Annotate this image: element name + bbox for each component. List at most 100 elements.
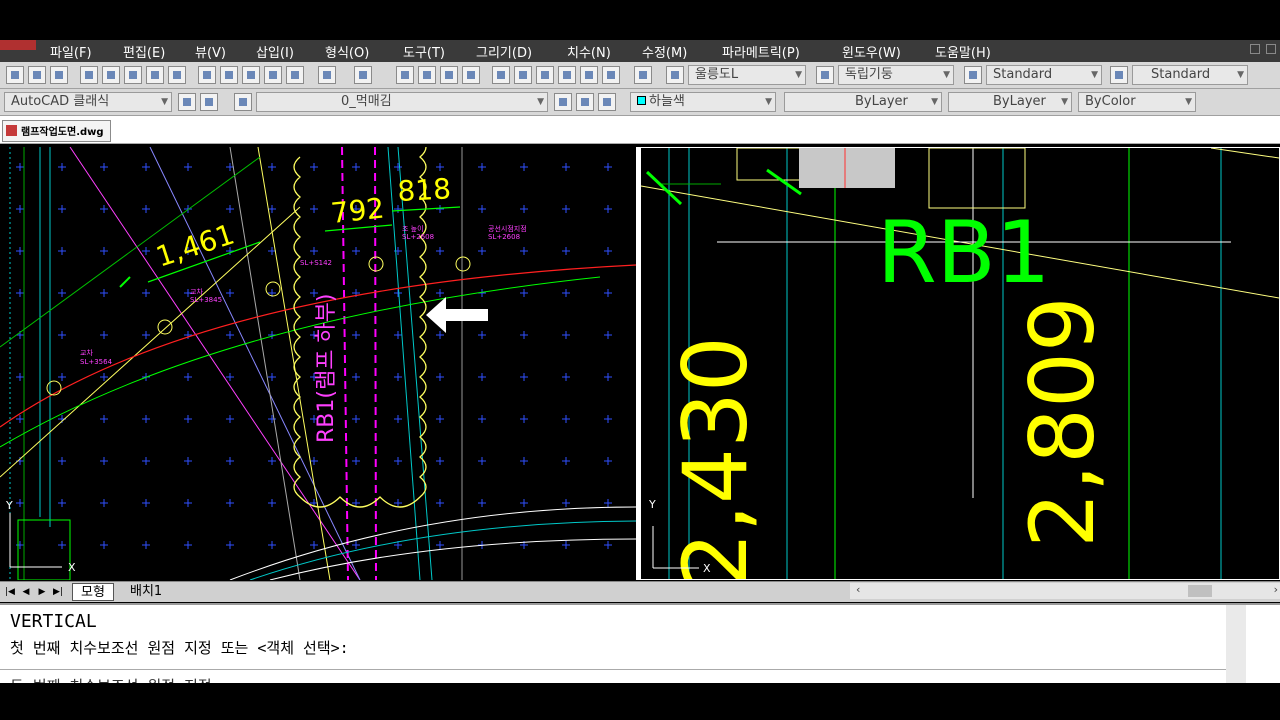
layer-select[interactable]: 0_먹매김 ▼ (256, 92, 548, 112)
chevron-down-icon: ▼ (537, 97, 544, 107)
menu-format[interactable]: 형식(O) (325, 42, 369, 61)
menu-dimension[interactable]: 치수(N) (567, 42, 611, 61)
paste-block-icon[interactable] (264, 66, 282, 84)
minimize-icon[interactable] (1250, 44, 1260, 54)
menu-modify[interactable]: 수정(M) (642, 42, 687, 61)
grid-plus-marker (16, 163, 24, 171)
grid-plus-marker (436, 457, 444, 465)
tool-palettes-icon[interactable] (536, 66, 554, 84)
menu-view[interactable]: 뷰(V) (195, 42, 226, 61)
ucs-x-label: X (68, 561, 76, 574)
grid-plus-marker (478, 457, 486, 465)
menu-window[interactable]: 윈도우(W) (842, 42, 901, 61)
new-icon[interactable] (6, 66, 24, 84)
grid-plus-marker (100, 499, 108, 507)
workspace-settings-icon[interactable] (178, 93, 196, 111)
zoom-previous-icon[interactable] (462, 66, 480, 84)
grid-plus-marker (520, 499, 528, 507)
markup-icon[interactable] (580, 66, 598, 84)
command-line[interactable]: VERTICAL 첫 번째 치수보조선 원점 지정 또는 <객체 선택>: 두 … (0, 603, 1280, 695)
menu-help[interactable]: 도움말(H) (935, 42, 991, 61)
zoom-window-icon[interactable] (440, 66, 458, 84)
right-drawing-canvas[interactable]: RB1 2,430 2,809 Y X (641, 148, 1279, 579)
app-logo-icon[interactable] (0, 40, 36, 50)
menu-insert[interactable]: 삽입(I) (256, 42, 294, 61)
redo-icon[interactable] (354, 66, 372, 84)
plot-icon[interactable] (80, 66, 98, 84)
grid-plus-marker (562, 289, 570, 297)
left-viewport[interactable]: 1,461 792 818 RB1(램프 하부) 교차 SL+3845 교차 S… (0, 147, 636, 580)
dim-style-value: 독립기둥 (845, 67, 893, 82)
left-drawing-canvas[interactable]: 1,461 792 818 RB1(램프 하부) 교차 SL+3845 교차 S… (0, 147, 636, 580)
menu-edit[interactable]: 편집(E) (123, 42, 165, 61)
first-tab-icon[interactable]: |◀ (4, 585, 16, 599)
grid-plus-marker (100, 457, 108, 465)
last-tab-icon[interactable]: ▶| (52, 585, 64, 599)
arc-line (229, 506, 636, 580)
right-viewport[interactable]: RB1 2,430 2,809 Y X (640, 147, 1280, 580)
cut-icon[interactable] (198, 66, 216, 84)
plotstyle-select[interactable]: ByColor ▼ (1078, 92, 1196, 112)
multileader-style-icon[interactable] (1110, 66, 1128, 84)
multileader-style-select[interactable]: Standard ▼ (1132, 65, 1248, 85)
customize-icon[interactable] (200, 93, 218, 111)
dim-style-select[interactable]: 독립기둥 ▼ (838, 65, 954, 85)
grid-plus-marker (562, 457, 570, 465)
grid-plus-marker (520, 415, 528, 423)
scroll-left-icon[interactable]: ‹ (856, 583, 860, 596)
menu-file[interactable]: 파일(F) (50, 42, 92, 61)
grid-plus-marker (100, 373, 108, 381)
bottom-black-band (0, 683, 1280, 720)
text-style-icon[interactable] (666, 66, 684, 84)
grid-plus-marker (58, 205, 66, 213)
paste-icon[interactable] (242, 66, 260, 84)
table-style-select[interactable]: Standard ▼ (986, 65, 1102, 85)
grid-plus-marker (16, 499, 24, 507)
table-style-icon[interactable] (964, 66, 982, 84)
menu-tools[interactable]: 도구(T) (403, 42, 445, 61)
file-tab[interactable]: 램프작업도면.dwg (2, 120, 111, 142)
open-icon[interactable] (28, 66, 46, 84)
undo-icon[interactable] (318, 66, 336, 84)
match-properties-icon[interactable] (286, 66, 304, 84)
menu-draw[interactable]: 그리기(D) (476, 42, 532, 61)
grid-plus-marker (226, 541, 234, 549)
design-center-icon[interactable] (514, 66, 532, 84)
text-style-select[interactable]: 울릉도L ▼ (688, 65, 806, 85)
save-icon[interactable] (50, 66, 68, 84)
command-scrollbar[interactable] (1226, 605, 1246, 685)
file-tab-label: 램프작업도면.dwg (21, 127, 104, 138)
horizontal-scrollbar[interactable]: ‹ › (850, 583, 1280, 599)
linetype-select[interactable]: ByLayer ▼ (784, 92, 942, 112)
pan-icon[interactable] (396, 66, 414, 84)
color-select[interactable]: 하늘색 ▼ (630, 92, 776, 112)
tab-model[interactable]: 모형 (72, 583, 114, 601)
preview-icon[interactable] (102, 66, 120, 84)
dim-style-icon[interactable] (816, 66, 834, 84)
lineweight-select[interactable]: ByLayer ▼ (948, 92, 1072, 112)
menu-parametric[interactable]: 파라메트릭(P) (722, 42, 800, 61)
help-icon[interactable] (634, 66, 652, 84)
tab-layout1[interactable]: 배치1 (122, 583, 170, 601)
properties-icon[interactable] (492, 66, 510, 84)
workspace-select[interactable]: AutoCAD 클래식 ▼ (4, 92, 172, 112)
scroll-right-icon[interactable]: › (1274, 583, 1278, 596)
3d-dwf-icon[interactable] (146, 66, 164, 84)
etransmit-icon[interactable] (168, 66, 186, 84)
sheet-set-icon[interactable] (558, 66, 576, 84)
scroll-thumb[interactable] (1188, 585, 1212, 597)
copy-icon[interactable] (220, 66, 238, 84)
prev-tab-icon[interactable]: ◀ (20, 585, 32, 599)
layer-state-icon[interactable] (598, 93, 616, 111)
make-current-icon[interactable] (554, 93, 572, 111)
grid-plus-marker (184, 499, 192, 507)
close-icon[interactable] (1266, 44, 1276, 54)
next-tab-icon[interactable]: ▶ (36, 585, 48, 599)
grid-plus-marker (394, 373, 402, 381)
quickcalc-icon[interactable] (602, 66, 620, 84)
layer-previous-icon[interactable] (576, 93, 594, 111)
multileader-style-value: Standard (1151, 67, 1211, 82)
zoom-realtime-icon[interactable] (418, 66, 436, 84)
layer-manager-icon[interactable] (234, 93, 252, 111)
publish-icon[interactable] (124, 66, 142, 84)
